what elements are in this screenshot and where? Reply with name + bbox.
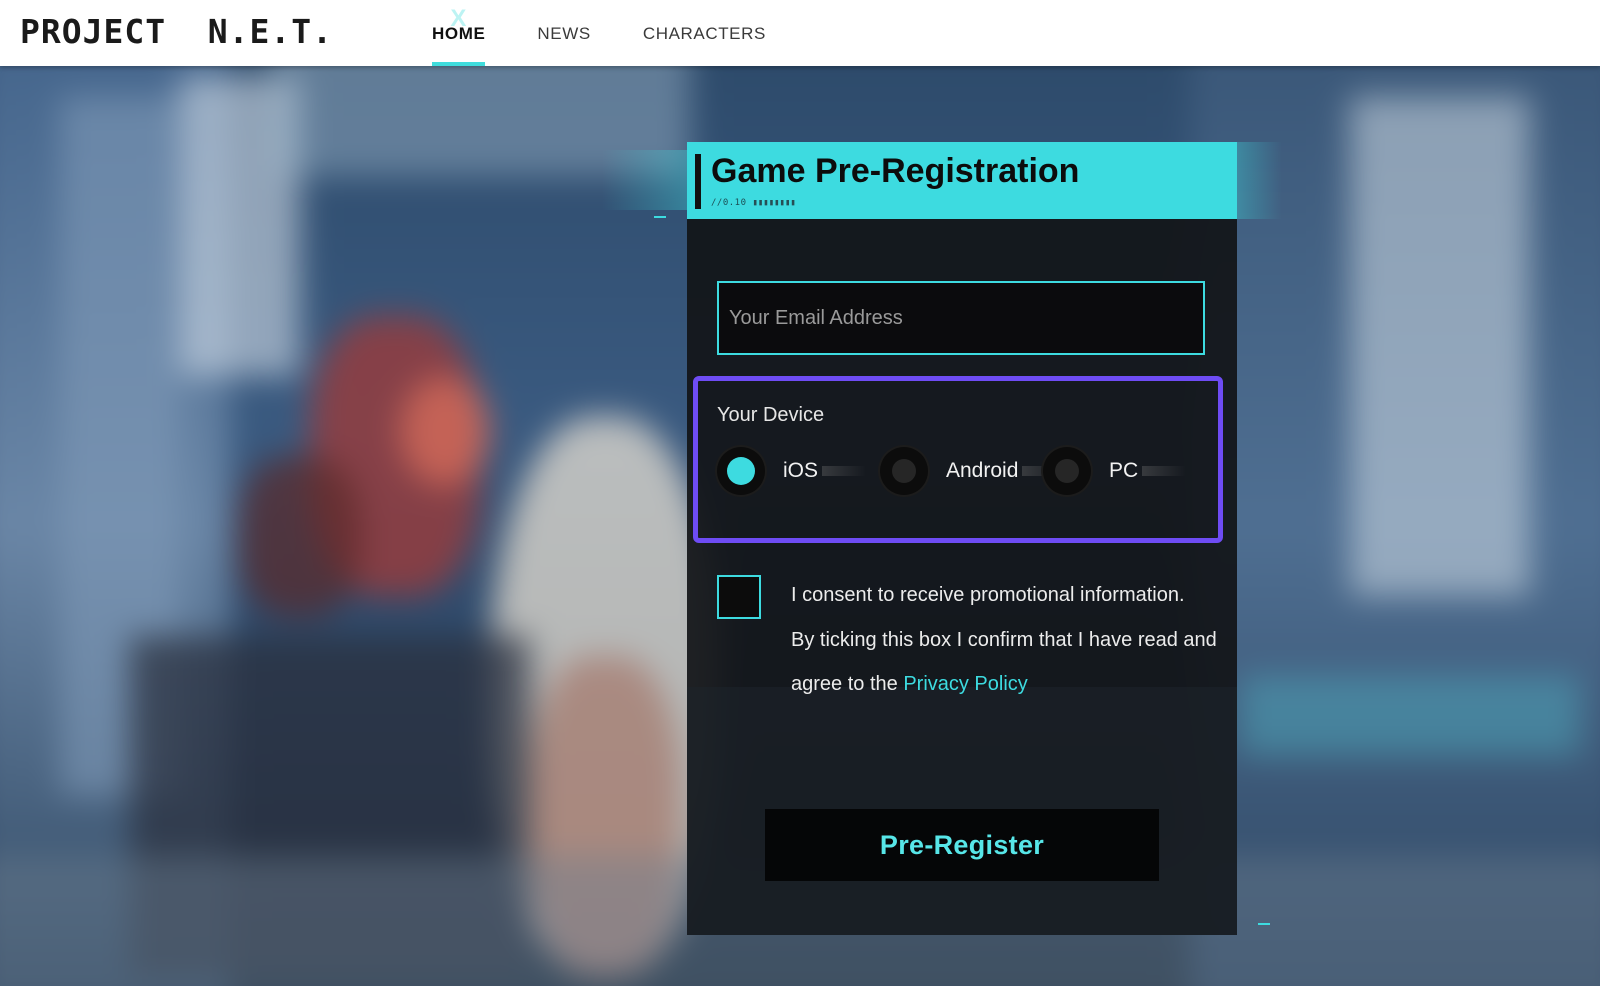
device-option-android[interactable]: Android [880,446,1067,496]
site-logo[interactable]: PROJECT N.E.T. [20,10,333,54]
panel-body: Your Device iOS Android PC I consent to … [687,219,1237,935]
email-field[interactable] [717,281,1205,355]
pre-registration-panel: Game Pre-Registration //0.10 ▮▮▮▮▮▮▮▮ Yo… [602,142,1282,935]
radio-label-pc: PC [1109,459,1139,482]
radio-label-android: Android [946,459,1019,482]
main-nav: X HOME NEWS CHARACTERS [432,0,818,66]
device-label: Your Device [717,404,825,426]
site-header: PROJECT N.E.T. X HOME NEWS CHARACTERS [0,0,1600,66]
x-emblem-icon: X [450,5,467,32]
nav-characters-label: CHARACTERS [642,24,766,43]
version-label: //0.10 [711,198,747,208]
consent-checkbox[interactable] [717,575,761,619]
radio-button[interactable] [880,447,928,495]
radio-button[interactable] [1043,447,1091,495]
nav-news-label: NEWS [537,24,591,43]
radio-button[interactable] [717,447,765,495]
consent-text: I consent to receive promotional informa… [791,573,1231,707]
nav-home[interactable]: X HOME [432,0,486,66]
active-nav-underline [432,62,486,66]
nav-characters[interactable]: CHARACTERS [643,0,766,66]
consent-line-1: I consent to receive promotional informa… [791,584,1185,606]
privacy-policy-link[interactable]: Privacy Policy [903,673,1027,695]
device-option-ios[interactable]: iOS [717,446,867,496]
nav-news[interactable]: NEWS [537,0,590,66]
form-title: Game Pre-Registration [711,152,1080,190]
radio-label-ios: iOS [783,459,819,482]
corner-marker [1258,923,1270,925]
title-accent-bar [695,154,701,209]
device-option-pc[interactable]: PC [1043,446,1187,496]
version-tag: //0.10 ▮▮▮▮▮▮▮▮ [711,198,796,208]
corner-marker [654,216,666,218]
decorative-streak [822,466,867,476]
panel-header: Game Pre-Registration //0.10 ▮▮▮▮▮▮▮▮ [687,142,1237,219]
header-glow-right [1237,142,1282,219]
decorative-streak [1142,466,1187,476]
pre-register-button[interactable]: Pre-Register [765,809,1159,881]
header-glow-left [602,150,687,210]
email-input[interactable] [719,283,1203,353]
version-ticks-icon: ▮▮▮▮▮▮▮▮ [752,198,796,208]
